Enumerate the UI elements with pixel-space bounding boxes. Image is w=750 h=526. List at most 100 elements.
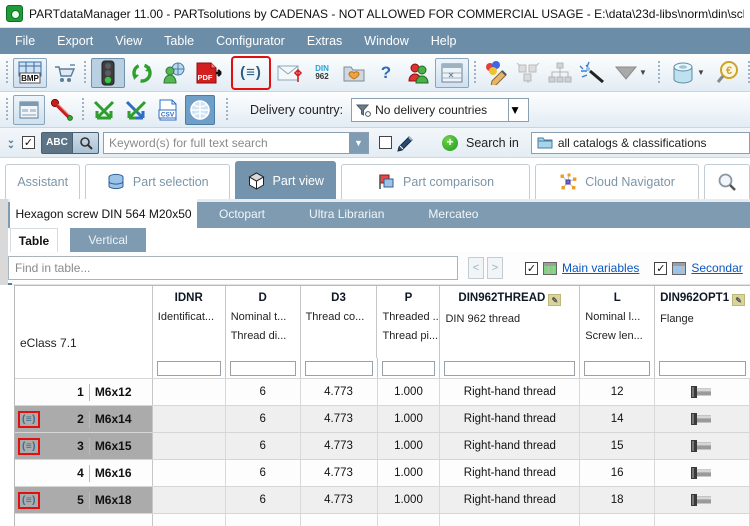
search-scope-input[interactable] (557, 135, 749, 150)
tab-part-view[interactable]: Part view (235, 161, 337, 199)
expand-chevrons-icon[interactable]: ⌄ ⌄ (4, 135, 18, 150)
din-962-button[interactable]: DIN 962 (307, 58, 337, 88)
tab-part-selection[interactable]: Part selection (85, 164, 231, 199)
find-previous-button[interactable]: < (468, 257, 484, 279)
cell-thread[interactable]: Right-hand thread (440, 406, 581, 432)
doc-tab-octopart[interactable]: Octopart (197, 199, 287, 228)
traffic-light-button[interactable] (91, 57, 125, 88)
cell-d[interactable]: 6 (225, 433, 301, 459)
preview-3d-button[interactable]: ▼ (665, 58, 711, 88)
menu-help[interactable]: Help (420, 28, 468, 54)
folder-favorites-button[interactable] (339, 58, 369, 88)
variant-marker-icon[interactable]: (≡) (18, 437, 40, 455)
cell-d[interactable]: 6 (225, 460, 301, 486)
cell-idnr[interactable] (152, 379, 226, 405)
tab-part-comparison[interactable]: Part comparison (341, 164, 530, 199)
cell-idnr[interactable] (152, 487, 226, 513)
magnifier-search-button[interactable] (73, 131, 99, 154)
user-roles-button[interactable] (403, 58, 433, 88)
row-header[interactable]: (≡) 3 M6x15 (15, 433, 153, 459)
cell-flange[interactable] (655, 460, 750, 486)
edit-pencil-icon[interactable]: ✎ (548, 294, 562, 306)
cell-thread[interactable]: Right-hand thread (440, 487, 581, 513)
pdf-export-button[interactable]: PDF (191, 58, 227, 88)
swap-green-button[interactable] (89, 95, 119, 125)
keyword-dropdown-button[interactable]: ▼ (349, 132, 368, 153)
cell-flange[interactable] (655, 379, 750, 405)
cell-p[interactable]: 1.000 (377, 460, 441, 486)
assembly-boxes-button[interactable] (513, 58, 543, 88)
csv-export-button[interactable]: CSV (153, 95, 183, 125)
cell-flange[interactable] (655, 487, 750, 513)
cell-p[interactable]: 1.000 (377, 379, 441, 405)
fulltext-checkbox[interactable]: ✓ (22, 136, 35, 149)
cell-d3[interactable]: 4.773 (300, 433, 378, 459)
menu-table[interactable]: Table (153, 28, 205, 54)
cell-l[interactable]: 12 (580, 379, 656, 405)
column-header-idnr[interactable]: IDNR Identificat... (153, 286, 226, 358)
row-header[interactable]: (≡) 5 M6x18 (15, 487, 153, 513)
menu-configurator[interactable]: Configurator (205, 28, 296, 54)
help-button[interactable]: ? (371, 58, 401, 88)
tab-cloud-navigator[interactable]: Cloud Navigator (534, 164, 700, 199)
user-globe-button[interactable] (159, 58, 189, 88)
filter-input-p[interactable] (381, 360, 436, 376)
add-search-button[interactable]: + (442, 134, 458, 151)
cell-thread[interactable]: Right-hand thread (440, 433, 581, 459)
doc-tab-mercateo[interactable]: Mercateo (406, 199, 500, 228)
cell-d[interactable]: 6 (225, 487, 301, 513)
table-row[interactable]: (≡) 5 M6x18 6 4.773 1.000 Right-hand thr… (15, 486, 750, 513)
mail-part-button[interactable] (275, 58, 305, 88)
filter-input-din962opt1[interactable] (659, 360, 747, 376)
row-header[interactable]: 4 M6x16 (15, 460, 153, 486)
row-header[interactable]: (≡) 2 M6x14 (15, 406, 153, 432)
column-header-l[interactable]: L Nominal l... Screw len... (580, 286, 656, 358)
cell-thread[interactable]: Right-hand thread (440, 460, 581, 486)
find-next-button[interactable]: > (487, 257, 503, 279)
red-screw-button[interactable] (47, 95, 77, 125)
cell-l[interactable]: 18 (580, 487, 656, 513)
menu-window[interactable]: Window (353, 28, 419, 54)
menu-view[interactable]: View (104, 28, 153, 54)
variant-marker-icon[interactable]: (≡) (18, 410, 40, 428)
window-table-button[interactable] (435, 57, 469, 88)
delivery-country-dropdown-button[interactable]: ▼ (509, 97, 530, 122)
cell-flange[interactable] (655, 406, 750, 432)
filter-input-idnr[interactable] (156, 360, 221, 376)
cell-flange[interactable] (655, 433, 750, 459)
cell-d3[interactable]: 4.773 (300, 406, 378, 432)
cell-d3[interactable]: 4.773 (300, 487, 378, 513)
form-window-button[interactable] (13, 94, 45, 125)
secondary-checkbox[interactable]: ✓ (654, 261, 668, 275)
view-tab-vertical[interactable]: Vertical (70, 228, 146, 252)
column-header-p[interactable]: P Threaded ... Thread pi... (377, 286, 441, 358)
swap-blue-button[interactable] (121, 95, 151, 125)
magic-wand-button[interactable] (577, 58, 607, 88)
doc-tab-ultra-librarian[interactable]: Ultra Librarian (287, 199, 406, 228)
cell-d[interactable]: 6 (225, 379, 301, 405)
filter-input-d3[interactable] (304, 360, 373, 376)
view-tab-table[interactable]: Table (10, 228, 58, 252)
menu-extras[interactable]: Extras (296, 28, 353, 54)
table-row[interactable]: 1 M6x12 6 4.773 1.000 Right-hand thread … (15, 378, 750, 405)
cell-thread[interactable]: Right-hand thread (440, 379, 581, 405)
cell-d3[interactable]: 4.773 (300, 379, 378, 405)
column-header-d[interactable]: D Nominal t... Thread di... (226, 286, 301, 358)
row-header[interactable]: 1 M6x12 (15, 379, 153, 405)
cell-l[interactable]: 15 (580, 433, 656, 459)
book-search-checkbox[interactable] (379, 136, 392, 149)
cell-d3[interactable]: 4.773 (300, 460, 378, 486)
table-row[interactable]: (≡) 3 M6x15 6 4.773 1.000 Right-hand thr… (15, 432, 750, 459)
topology-tree-button[interactable] (545, 58, 575, 88)
filter-input-l[interactable] (584, 360, 651, 376)
variant-marker-icon[interactable]: (≡) (18, 491, 40, 509)
cell-d[interactable]: 6 (225, 406, 301, 432)
globe-button[interactable] (185, 94, 215, 125)
cell-p[interactable]: 1.000 (377, 487, 441, 513)
keyword-search-input[interactable] (104, 135, 349, 150)
column-header-din962opt1[interactable]: DIN962OPT1 ✎ Flange (655, 286, 750, 358)
cell-p[interactable]: 1.000 (377, 433, 441, 459)
table-row[interactable]: 4 M6x16 6 4.773 1.000 Right-hand thread … (15, 459, 750, 486)
doc-tab-hexagon-screw[interactable]: Hexagon screw DIN 564 M20x50 (10, 199, 197, 228)
export-bmp-button[interactable]: BMP (13, 57, 47, 88)
